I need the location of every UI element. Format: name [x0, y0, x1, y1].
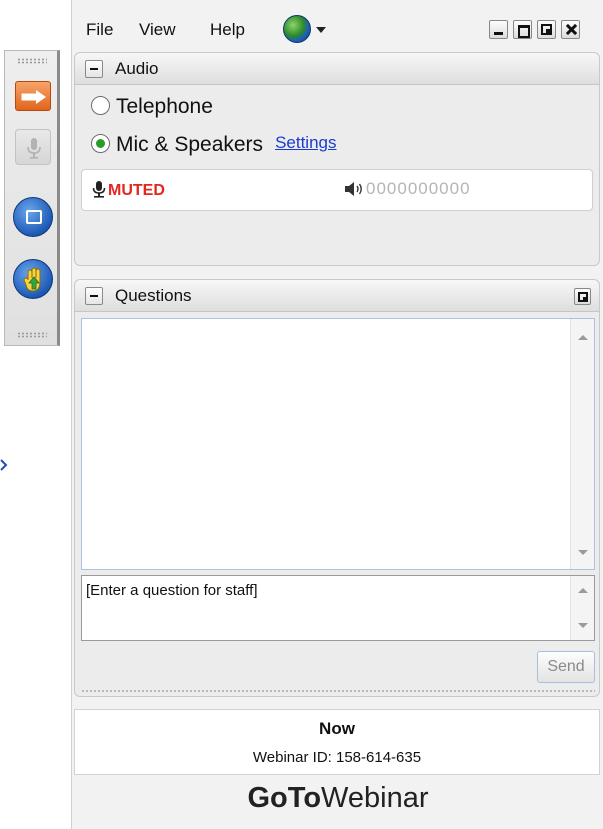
audio-panel-header: Audio	[75, 53, 599, 85]
grab-tab-grip-bottom[interactable]	[17, 332, 47, 338]
menu-help[interactable]: Help	[210, 20, 245, 40]
questions-panel-header: Questions	[75, 280, 599, 312]
questions-popout-button[interactable]	[574, 288, 591, 305]
grab-tab-grip-top[interactable]	[17, 58, 47, 64]
brand-goto: GoTo	[247, 782, 322, 814]
screen-icon	[26, 210, 42, 224]
questions-log[interactable]	[81, 318, 595, 570]
close-button[interactable]	[561, 20, 580, 39]
telephone-option[interactable]: Telephone	[91, 95, 213, 119]
questions-log-scrollbar[interactable]	[570, 319, 594, 569]
question-input-scrollbar[interactable]	[570, 576, 594, 640]
menu-bar: File View Help	[72, 0, 603, 52]
session-info: Now Webinar ID: 158-614-635	[74, 709, 600, 775]
speaker-icon	[345, 182, 362, 196]
questions-panel: Questions [Enter a question for staff] S…	[74, 279, 600, 697]
scroll-up-icon[interactable]	[578, 588, 588, 593]
popout-button[interactable]	[537, 20, 556, 39]
audio-panel-title: Audio	[115, 59, 159, 78]
questions-panel-title: Questions	[115, 286, 192, 305]
mic-speakers-option[interactable]: Mic & Speakers Settings	[91, 133, 337, 157]
telephone-radio[interactable]	[91, 95, 110, 115]
audio-collapse-button[interactable]	[85, 60, 103, 78]
chevron-right-icon	[0, 459, 8, 471]
scroll-down-icon[interactable]	[578, 623, 588, 628]
webinar-id: Webinar ID: 158-614-635	[252, 749, 422, 766]
audio-status-box: MUTED 0000000000	[81, 169, 593, 211]
telephone-label: Telephone	[116, 95, 213, 118]
speaker-level: 0000000000	[344, 179, 471, 199]
send-button[interactable]: Send	[537, 651, 595, 683]
audio-settings-link[interactable]: Settings	[275, 133, 336, 152]
audio-panel: Audio Telephone Mic & Speakers Settings M…	[74, 52, 600, 266]
gotowebinar-control-panel: File View Help Audio Telephone Mic & Spe…	[71, 0, 603, 829]
microphone-icon	[27, 138, 41, 159]
microphone-muted-icon	[92, 181, 106, 198]
scroll-down-icon[interactable]	[578, 550, 588, 555]
menu-view[interactable]: View	[139, 20, 176, 40]
chevron-down-icon[interactable]	[316, 27, 326, 33]
question-input[interactable]: [Enter a question for staff]	[81, 575, 595, 641]
show-hide-panel-button[interactable]	[15, 81, 51, 111]
grab-tab-toolbar	[4, 50, 60, 346]
speaker-level-meter: 0000000000	[366, 179, 471, 198]
scroll-up-icon[interactable]	[578, 335, 588, 340]
screen-sharing-button[interactable]	[13, 197, 53, 237]
raise-hand-button[interactable]	[13, 259, 53, 299]
arrow-icon	[21, 90, 46, 104]
session-name: Now	[319, 719, 355, 738]
question-input-text: [Enter a question for staff]	[86, 582, 258, 599]
brand-webinar: Webinar	[321, 782, 429, 814]
raise-hand-icon	[23, 267, 41, 292]
mic-speakers-label: Mic & Speakers	[116, 133, 264, 156]
microphone-button[interactable]	[15, 129, 51, 165]
mic-status[interactable]: MUTED	[92, 180, 165, 200]
maximize-button[interactable]	[513, 20, 532, 39]
minimize-button[interactable]	[489, 20, 508, 39]
gotowebinar-logo: GoToWebinar	[72, 782, 603, 822]
language-globe-icon[interactable]	[283, 15, 311, 43]
mic-status-text: MUTED	[108, 182, 165, 199]
menu-file[interactable]: File	[86, 20, 113, 40]
panel-resize-grip[interactable]	[81, 689, 595, 693]
questions-collapse-button[interactable]	[85, 287, 103, 305]
mic-speakers-radio[interactable]	[91, 133, 110, 153]
